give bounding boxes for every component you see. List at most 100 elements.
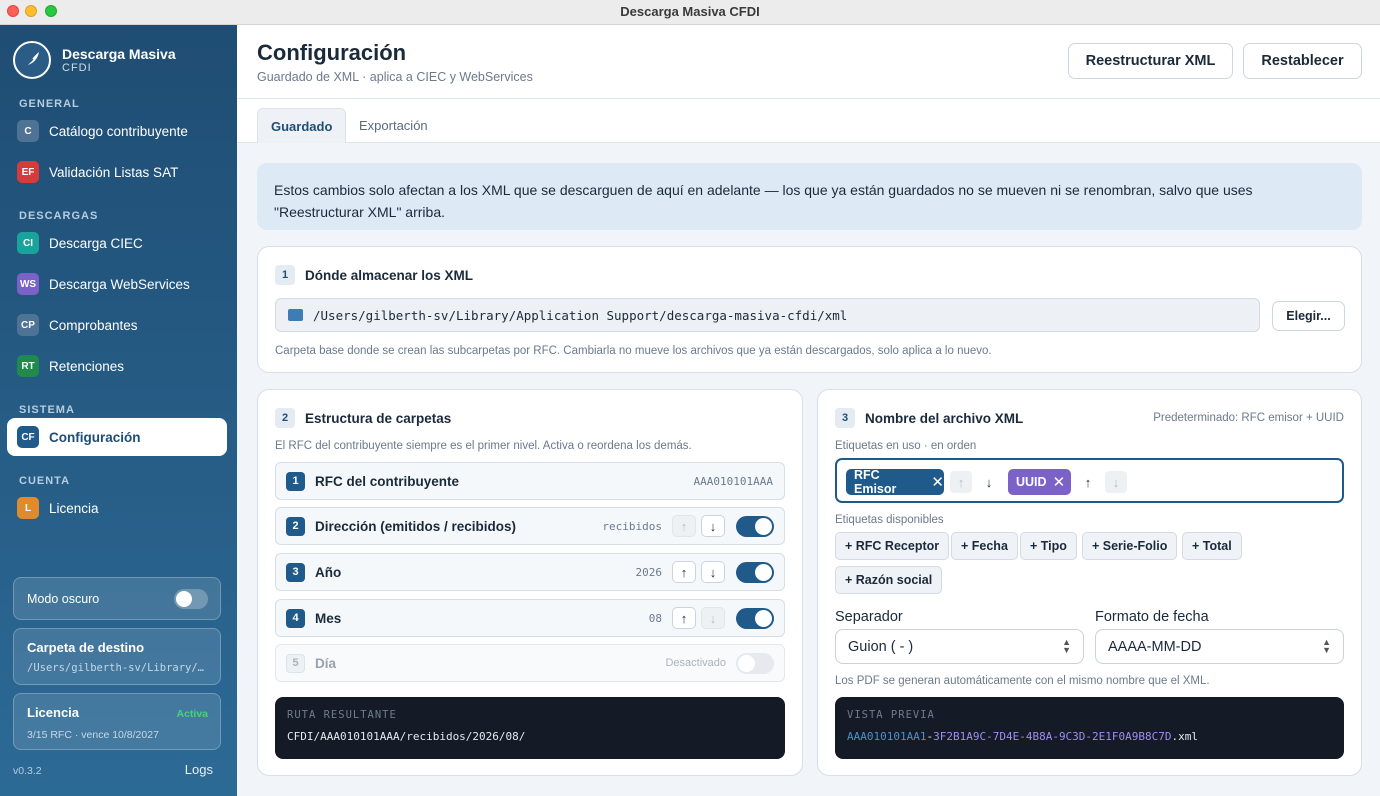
storage-panel: 1 Dónde almacenar los XML /Users/gilbert… <box>257 246 1362 373</box>
window-titlebar: Descarga Masiva CFDI <box>0 0 1380 25</box>
row-label: Día <box>315 655 337 671</box>
sidebar-item-catalogo[interactable]: C Catálogo contribuyente <box>7 112 227 150</box>
sidebar-item-configuracion[interactable]: CF Configuración <box>7 418 227 456</box>
row-number: 4 <box>286 608 305 628</box>
license-title: Licencia <box>27 705 80 720</box>
sidebar-item-licencia[interactable]: L Licencia <box>7 489 227 527</box>
separator-select[interactable]: Guion ( - ) ▲ ▼ <box>835 629 1084 664</box>
logs-link[interactable]: Logs <box>185 762 213 777</box>
sidebar-item-comprobantes[interactable]: CP Comprobantes <box>7 306 227 344</box>
date-format-select[interactable]: AAAA-MM-DD ▲ ▼ <box>1095 629 1344 664</box>
sidebar-item-label: Configuración <box>49 429 141 445</box>
restructure-xml-button[interactable]: Reestructurar XML <box>1068 43 1233 79</box>
row-number: 1 <box>286 471 305 491</box>
main-content: Configuración Guardado de XML · aplica a… <box>237 25 1380 796</box>
tab-bar: Guardado Exportación <box>237 99 1380 143</box>
move-down-icon[interactable]: ↓ <box>978 471 1000 493</box>
catalog-badge-icon: C <box>17 120 39 142</box>
section-sistema: SISTEMA <box>19 404 75 416</box>
reset-button[interactable]: Restablecer <box>1243 43 1362 79</box>
move-down-icon[interactable]: ↓ <box>701 515 725 537</box>
date-format-value: AAAA-MM-DD <box>1108 638 1202 655</box>
retenciones-badge-icon: RT <box>17 355 39 377</box>
move-up-icon[interactable]: ↑ <box>672 561 696 583</box>
section-cuenta: CUENTA <box>19 475 71 487</box>
tab-guardado[interactable]: Guardado <box>257 108 347 143</box>
filename-panel-title: 3 Nombre del archivo XML <box>835 408 1023 428</box>
separator-value: Guion ( - ) <box>848 638 914 655</box>
sidebar-item-label: Retenciones <box>49 358 125 374</box>
row-value: recibidos <box>602 519 662 533</box>
sidebar-item-label: Catálogo contribuyente <box>49 123 188 139</box>
sidebar-item-retenciones[interactable]: RT Retenciones <box>7 347 227 385</box>
section-general: GENERAL <box>19 98 80 110</box>
separator-label: Separador <box>835 609 903 625</box>
add-tag-fecha[interactable]: + Fecha <box>951 532 1018 560</box>
filename-title-text: Nombre del archivo XML <box>865 410 1024 426</box>
row-label: Año <box>315 564 342 580</box>
add-tag-razon-social[interactable]: + Razón social <box>835 566 943 594</box>
updown-chevron-icon: ▲ ▼ <box>1322 637 1331 655</box>
anio-toggle[interactable] <box>736 562 774 583</box>
move-down-icon: ↓ <box>1105 471 1127 493</box>
dark-mode-toggle[interactable] <box>174 589 208 609</box>
sidebar-item-label: Descarga CIEC <box>49 235 143 251</box>
tab-exportacion[interactable]: Exportación <box>346 108 441 143</box>
dark-mode-card: Modo oscuro <box>13 577 221 620</box>
preview-uuid: 3F2B1A9C-7D4E-4B8A-9C3D-2E1F0A9B8C7D <box>933 730 1172 743</box>
storage-path-field[interactable]: /Users/gilberth-sv/Library/Application S… <box>275 298 1260 332</box>
result-caption: RUTA RESULTANTE <box>287 709 397 721</box>
pdf-note: Los PDF se generan automáticamente con e… <box>835 675 1210 687</box>
license-status-badge: Activa <box>176 708 208 720</box>
sidebar-item-webservices[interactable]: WS Descarga WebServices <box>7 265 227 303</box>
dia-toggle[interactable] <box>736 653 774 674</box>
move-down-icon: ↓ <box>701 607 725 629</box>
brand: Descarga Masiva CFDI <box>13 41 176 79</box>
ciec-badge-icon: CI <box>17 232 39 254</box>
destination-title: Carpeta de destino <box>27 640 145 655</box>
structure-title-text: Estructura de carpetas <box>305 410 452 426</box>
move-up-icon[interactable]: ↑ <box>1077 471 1099 493</box>
app-version: v0.3.2 <box>13 765 42 777</box>
tag-chip-uuid[interactable]: UUID ✕ <box>1008 469 1071 495</box>
row-number: 3 <box>286 562 305 582</box>
structure-panel-title: 2 Estructura de carpetas <box>275 408 451 428</box>
mes-toggle[interactable] <box>736 608 774 629</box>
destination-path: /Users/gilberth-sv/Library/… <box>27 662 205 674</box>
result-path-box: RUTA RESULTANTE CFDI/AAA010101AAA/recibi… <box>275 697 785 759</box>
row-label: Dirección (emitidos / recibidos) <box>315 518 517 534</box>
folder-icon <box>288 309 303 321</box>
direccion-toggle[interactable] <box>736 516 774 537</box>
move-left-icon: ↑ <box>950 471 972 493</box>
storage-hint: Carpeta base donde se crean las subcarpe… <box>275 345 992 357</box>
choose-folder-button[interactable]: Elegir... <box>1272 301 1345 331</box>
brand-name: Descarga Masiva <box>62 46 176 62</box>
move-down-icon[interactable]: ↓ <box>701 561 725 583</box>
sidebar-item-ciec[interactable]: CI Descarga CIEC <box>7 224 227 262</box>
chip-label: RFC Emisor <box>854 468 897 496</box>
add-tag-serie-folio[interactable]: + Serie-Folio <box>1082 532 1178 560</box>
license-card[interactable]: Licencia Activa 3/15 RFC · vence 10/8/20… <box>13 693 221 750</box>
available-label: Etiquetas disponibles <box>835 514 944 526</box>
structure-row-direccion: 2 Dirección (emitidos / recibidos) recib… <box>275 507 785 545</box>
section-descargas: DESCARGAS <box>19 210 99 222</box>
add-tag-tipo[interactable]: + Tipo <box>1020 532 1077 560</box>
storage-path-value: /Users/gilberth-sv/Library/Application S… <box>313 307 848 323</box>
add-tag-rfc-receptor[interactable]: + RFC Receptor <box>835 532 950 560</box>
tag-chip-rfc-emisor[interactable]: RFC Emisor ✕ <box>846 468 944 496</box>
preview-caption: VISTA PREVIA <box>847 709 935 721</box>
page-header: Configuración Guardado de XML · aplica a… <box>237 25 1380 99</box>
remove-chip-icon[interactable]: ✕ <box>931 473 944 491</box>
structure-row-dia: 5 Día Desactivado <box>275 644 785 682</box>
page-title: Configuración <box>257 40 407 65</box>
sidebar-item-label: Descarga WebServices <box>49 276 190 292</box>
remove-chip-icon[interactable]: ✕ <box>1053 473 1066 491</box>
sidebar-item-validacion[interactable]: EF Validación Listas SAT <box>7 153 227 191</box>
storage-title-text: Dónde almacenar los XML <box>305 267 474 283</box>
brand-sub: CFDI <box>62 62 92 74</box>
move-up-icon[interactable]: ↑ <box>672 607 696 629</box>
destination-card[interactable]: Carpeta de destino /Users/gilberth-sv/Li… <box>13 628 221 685</box>
add-tag-total[interactable]: + Total <box>1182 532 1242 560</box>
sidebar-item-label: Comprobantes <box>49 317 138 333</box>
structure-row-rfc: 1 RFC del contribuyente AAA010101AAA <box>275 462 785 500</box>
